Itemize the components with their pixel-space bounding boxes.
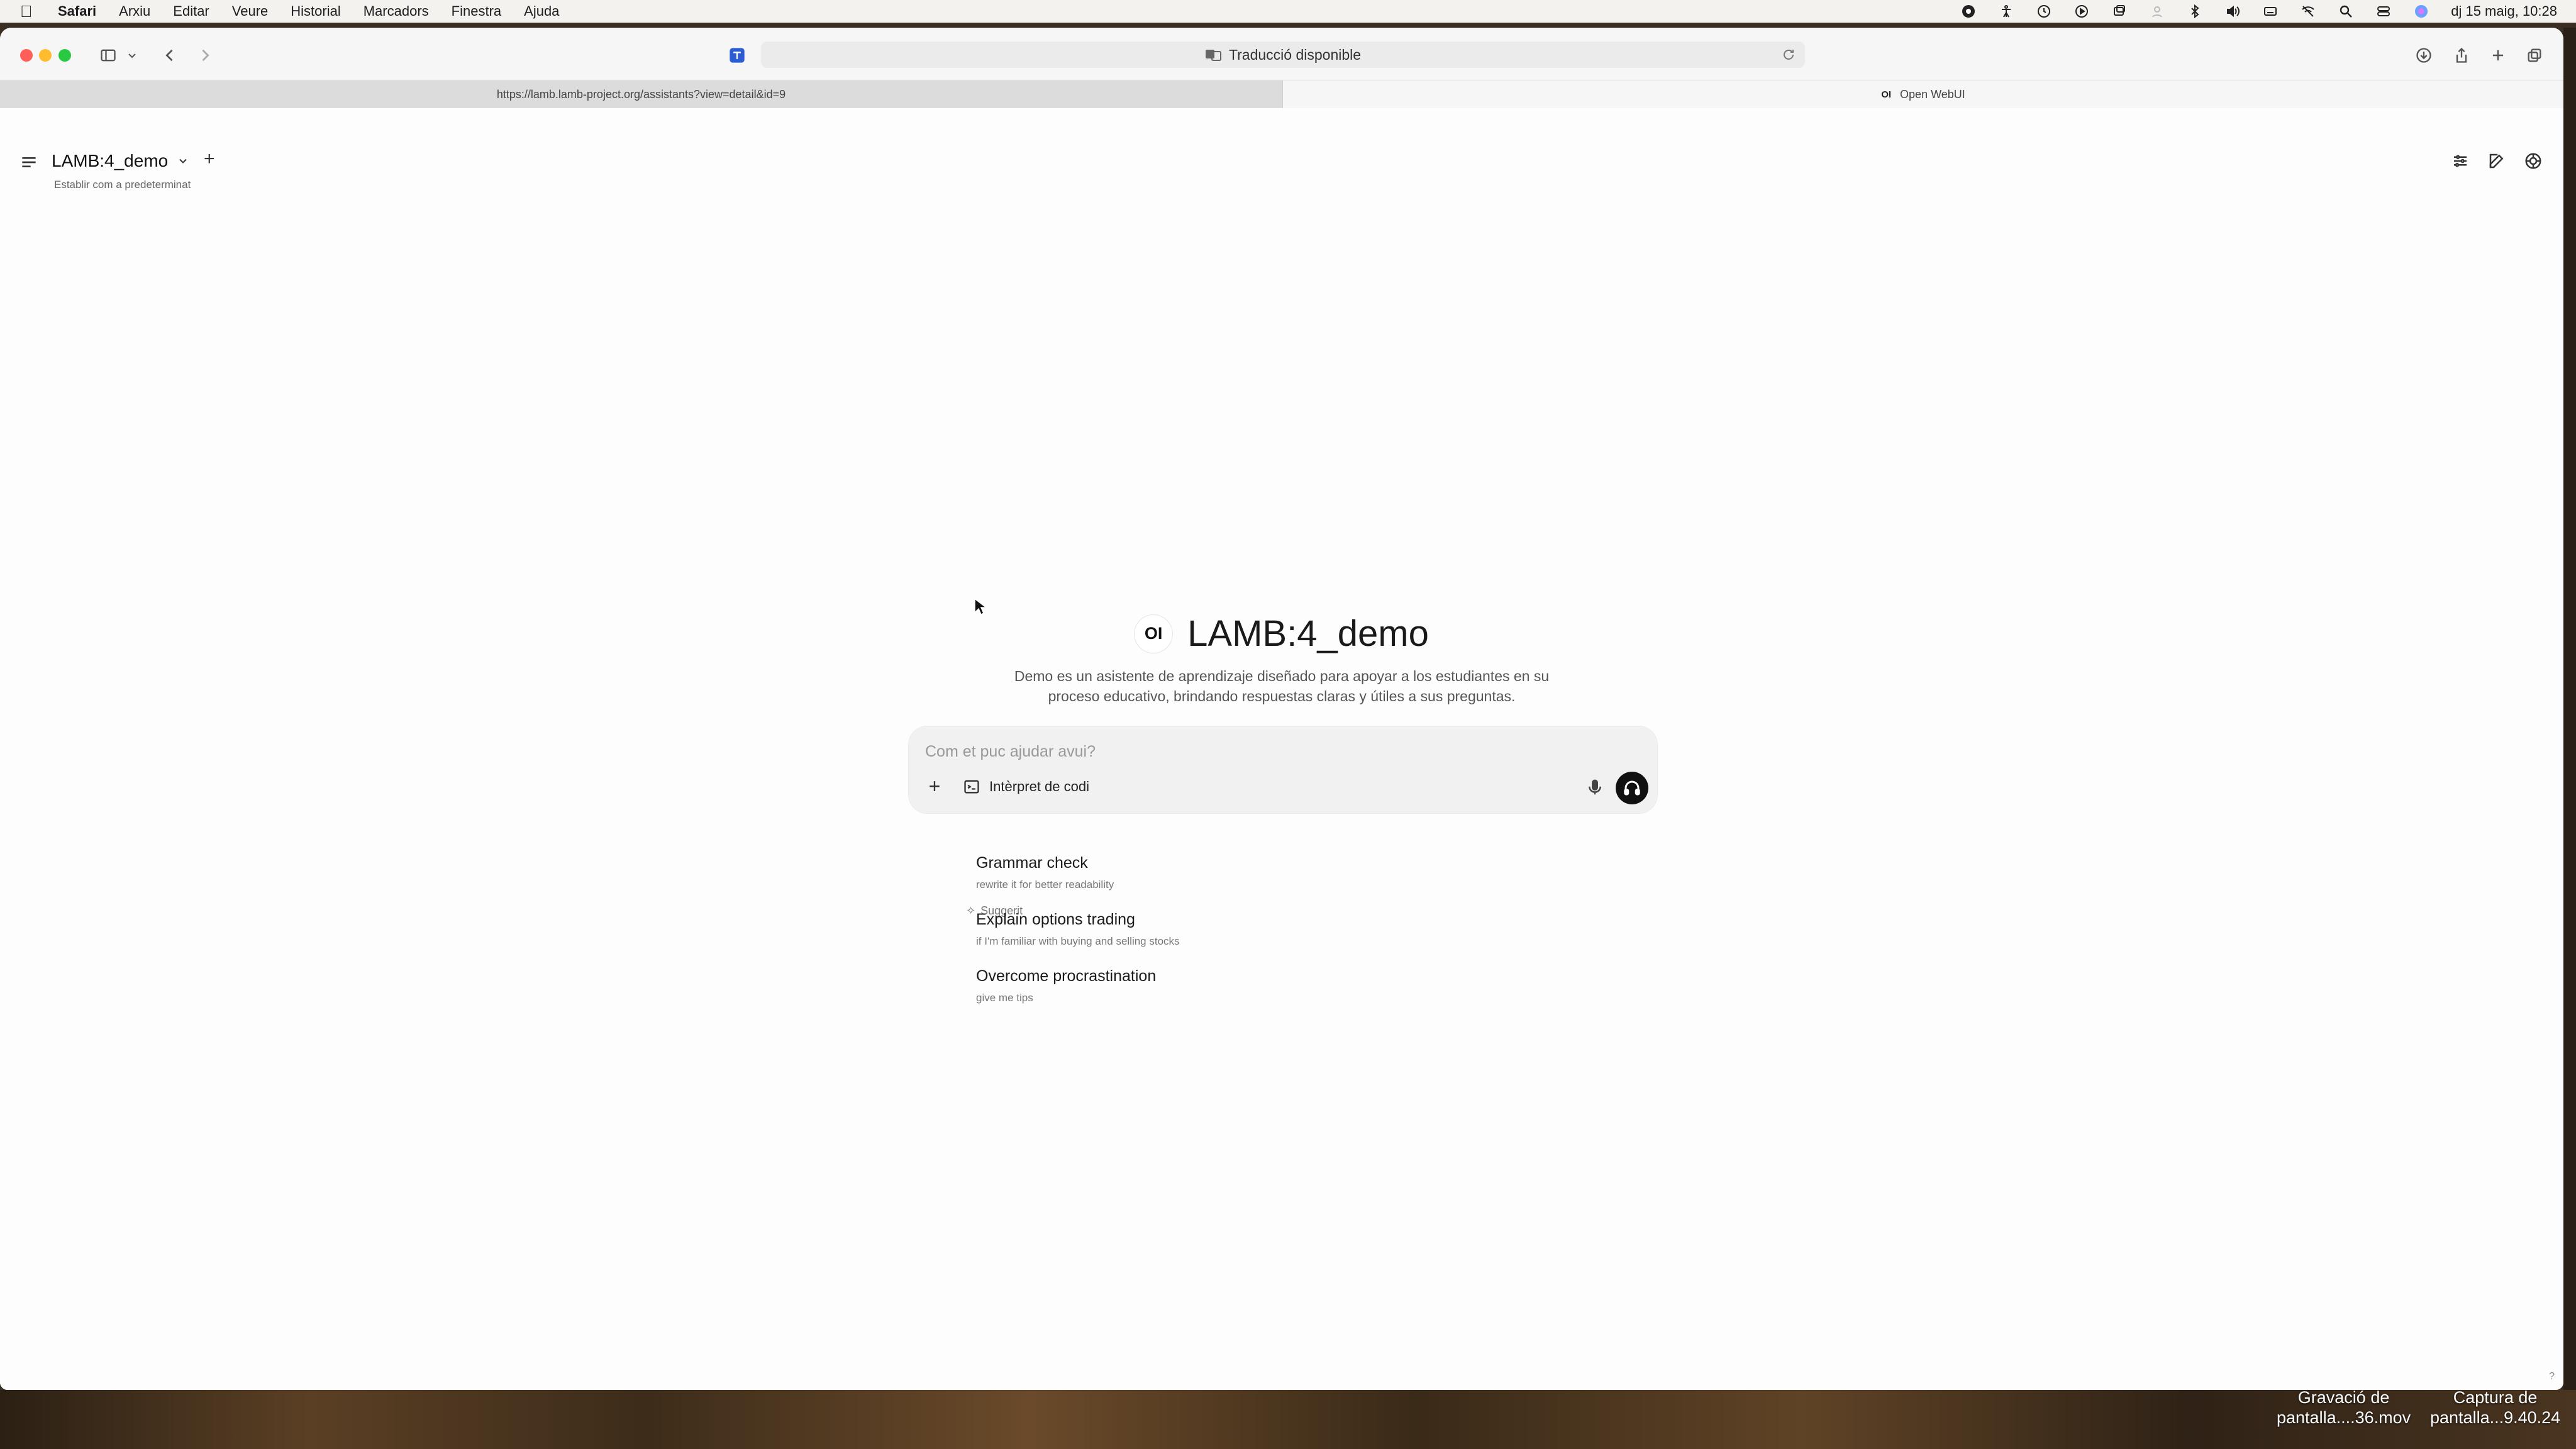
menu-safari[interactable]: Safari: [58, 3, 96, 19]
openwebui-page: LAMB:4_demo + Establir com a predetermin…: [0, 108, 2563, 1390]
browser-toolbar: Traducció disponible: [0, 28, 2563, 80]
tab-overview-icon[interactable]: [2523, 44, 2546, 67]
suggestion-procrastination[interactable]: Overcome procrastination give me tips: [976, 967, 1156, 1004]
menu-marcadors[interactable]: Marcadors: [364, 3, 429, 19]
sidebar-toggle-icon[interactable]: [97, 44, 119, 67]
tab-label: Open WebUI: [1900, 87, 1965, 101]
terminal-icon: [964, 780, 979, 794]
reload-icon[interactable]: [1781, 47, 1796, 62]
code-interpreter-toggle[interactable]: Intèrpret de codi: [963, 778, 1089, 796]
search-icon[interactable]: [2338, 3, 2354, 19]
add-model-button[interactable]: +: [204, 148, 215, 170]
play-icon[interactable]: [2074, 3, 2090, 19]
status-menu-area: dj 15 maig, 10:28: [1960, 0, 2557, 23]
controls-icon[interactable]: [2449, 150, 2472, 172]
close-window-button[interactable]: [20, 49, 33, 62]
tab-bar: https://lamb.lamb-project.org/assistants…: [0, 80, 2563, 108]
menu-icon[interactable]: [19, 152, 39, 172]
tab-label: https://lamb.lamb-project.org/assistants…: [496, 87, 786, 101]
suggestion-title: Grammar check: [976, 854, 1088, 872]
back-icon[interactable]: [158, 44, 181, 67]
minimize-window-button[interactable]: [39, 49, 52, 62]
code-interpreter-label: Intèrpret de codi: [989, 779, 1089, 794]
suggestion-subtitle: rewrite it for better readability: [976, 879, 1114, 891]
siri-icon[interactable]: [2413, 3, 2429, 19]
chevron-down-icon: [179, 158, 187, 164]
window-icon[interactable]: [2111, 3, 2128, 19]
volume-icon[interactable]: [2224, 3, 2241, 19]
tab-lamb-assistants[interactable]: https://lamb.lamb-project.org/assistants…: [0, 80, 1283, 108]
menu-finestra[interactable]: Finestra: [452, 3, 501, 19]
tab-open-webui[interactable]: OI Open WebUI: [1283, 80, 2563, 108]
header-actions: [2449, 150, 2545, 172]
suggestion-options-trading[interactable]: Explain options trading if I'm familiar …: [976, 911, 1180, 948]
menu-ajuda[interactable]: Ajuda: [524, 3, 559, 19]
translate-icon: [1205, 50, 1221, 61]
sparkle-icon: ✧: [966, 904, 976, 917]
model-logo-icon: OI: [1135, 614, 1173, 653]
headphones-icon: [1624, 780, 1640, 796]
hero-description: Demo es un asistente de aprendizaje dise…: [1014, 668, 1550, 704]
desktop-file-recording[interactable]: Gravació de pantalla....36.mov: [2277, 1387, 2411, 1428]
chevron-down-icon[interactable]: [125, 44, 140, 67]
voice-mode-button[interactable]: [1616, 772, 1648, 804]
menu-arxiu[interactable]: Arxiu: [119, 3, 150, 19]
suggestion-subtitle: if I'm familiar with buying and selling …: [976, 935, 1180, 947]
forward-icon[interactable]: [194, 44, 216, 67]
attach-plus-button[interactable]: +: [924, 775, 945, 797]
hero-section: OI LAMB:4_demo Demo es un asistente de a…: [0, 613, 2563, 706]
safari-window: Traducció disponible https://lamb.lamb-p…: [0, 28, 2563, 1390]
desktop-wallpaper: [0, 1390, 2576, 1449]
desktop-file-screenshot[interactable]: Captura de pantalla...9.40.24: [2430, 1387, 2560, 1428]
desktop-edge: [2563, 28, 2576, 1390]
new-tab-icon[interactable]: [2487, 44, 2509, 67]
hero-title: LAMB:4_demo: [1187, 613, 1429, 654]
help-button[interactable]: ?: [2549, 1371, 2555, 1382]
suggestion-title: Explain options trading: [976, 911, 1135, 928]
suggestion-grammar-check[interactable]: Grammar check rewrite it for better read…: [976, 854, 1114, 891]
menu-historial[interactable]: Historial: [291, 3, 340, 19]
menu-veure[interactable]: Veure: [232, 3, 269, 19]
bluetooth-icon[interactable]: [2187, 3, 2203, 19]
chat-input[interactable]: [925, 740, 1554, 763]
apple-menu-icon[interactable]: : [20, 2, 39, 21]
extension-icon[interactable]: [726, 44, 748, 67]
desktop-file-line1: Gravació de: [2297, 1388, 2390, 1407]
macos-menubar:  Safari Arxiu Editar Veure Historial Ma…: [0, 0, 2576, 23]
new-chat-icon[interactable]: [2485, 150, 2508, 172]
address-text: Traducció disponible: [1228, 46, 1362, 63]
openwebui-favicon-icon: OI: [1881, 89, 1892, 100]
suggestion-title: Overcome procrastination: [976, 967, 1157, 985]
wifi-off-icon[interactable]: [2300, 3, 2316, 19]
control-center-icon[interactable]: [2375, 3, 2392, 19]
desktop-file-line1: Captura de: [2453, 1388, 2538, 1407]
user-avatar-icon[interactable]: [2522, 150, 2545, 172]
chat-input-box: + Intèrpret de codi: [908, 726, 1658, 814]
keyboard-icon[interactable]: [2262, 3, 2279, 19]
suggestion-subtitle: give me tips: [976, 992, 1033, 1004]
menubar-clock[interactable]: dj 15 maig, 10:28: [2451, 3, 2557, 19]
set-default-link[interactable]: Establir com a predeterminat: [54, 179, 191, 191]
time-machine-icon[interactable]: [2036, 3, 2052, 19]
user-icon[interactable]: [2149, 3, 2165, 19]
model-name: LAMB:4_demo: [52, 151, 169, 170]
record-icon[interactable]: [1960, 3, 1977, 19]
model-selector[interactable]: LAMB:4_demo: [52, 151, 189, 171]
desktop-file-name: pantalla...9.40.24: [2430, 1408, 2561, 1427]
menu-editar[interactable]: Editar: [173, 3, 209, 19]
downloads-icon[interactable]: [2412, 44, 2435, 67]
accessibility-icon[interactable]: [1998, 3, 2014, 19]
share-icon[interactable]: [2450, 44, 2473, 67]
address-bar[interactable]: Traducció disponible: [761, 42, 1805, 68]
fullscreen-window-button[interactable]: [58, 49, 71, 62]
desktop-file-name: pantalla....36.mov: [2277, 1408, 2411, 1427]
microphone-icon[interactable]: [1585, 778, 1604, 797]
